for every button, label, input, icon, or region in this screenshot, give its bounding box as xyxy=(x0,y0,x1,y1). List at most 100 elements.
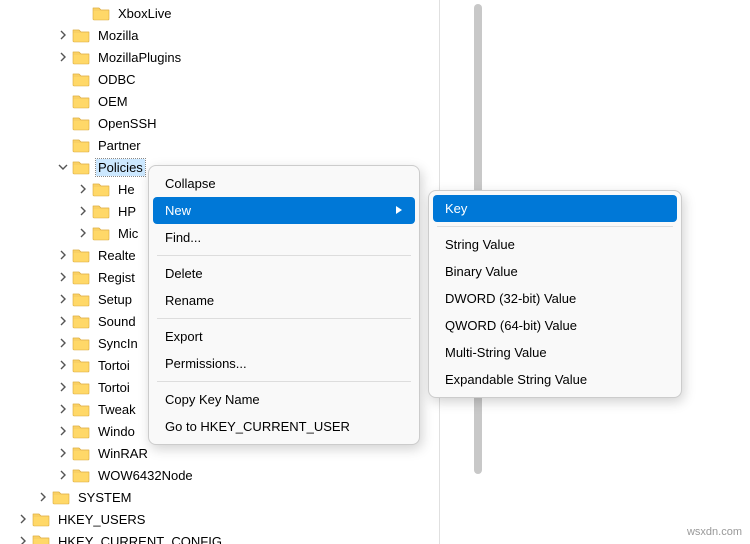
chevron-right-icon[interactable] xyxy=(16,512,30,526)
tree-item-label: Policies xyxy=(96,159,145,176)
menu-separator xyxy=(157,318,411,319)
tree-item-label: WinRAR xyxy=(96,445,150,462)
tree-item[interactable]: ODBC xyxy=(0,68,439,90)
chevron-right-icon[interactable] xyxy=(56,50,70,64)
folder-icon xyxy=(72,158,90,176)
folder-icon xyxy=(72,378,90,396)
menu-find[interactable]: Find... xyxy=(149,224,419,251)
chevron-right-icon[interactable] xyxy=(56,28,70,42)
folder-icon xyxy=(72,334,90,352)
folder-icon xyxy=(92,180,110,198)
tree-item[interactable]: HKEY_CURRENT_CONFIG xyxy=(0,530,439,544)
tree-item[interactable]: OEM xyxy=(0,90,439,112)
chevron-placeholder xyxy=(56,116,70,130)
tree-item-label: Tortoi xyxy=(96,379,132,396)
submenu-key[interactable]: Key xyxy=(433,195,677,222)
chevron-right-icon[interactable] xyxy=(56,336,70,350)
folder-icon xyxy=(72,70,90,88)
chevron-right-icon[interactable] xyxy=(16,534,30,544)
menu-rename[interactable]: Rename xyxy=(149,287,419,314)
tree-item[interactable]: Mozilla xyxy=(0,24,439,46)
menu-go-to-hkcu[interactable]: Go to HKEY_CURRENT_USER xyxy=(149,413,419,440)
tree-item[interactable]: WOW6432Node xyxy=(0,464,439,486)
chevron-placeholder xyxy=(76,6,90,20)
submenu-qword-value[interactable]: QWORD (64-bit) Value xyxy=(429,312,681,339)
watermark: wsxdn.com xyxy=(687,526,742,538)
tree-item[interactable]: Partner xyxy=(0,134,439,156)
tree-item-label: WOW6432Node xyxy=(96,467,195,484)
menu-copy-key-name[interactable]: Copy Key Name xyxy=(149,386,419,413)
tree-item-label: Tortoi xyxy=(96,357,132,374)
chevron-right-icon[interactable] xyxy=(56,446,70,460)
chevron-right-icon[interactable] xyxy=(36,490,50,504)
tree-item[interactable]: OpenSSH xyxy=(0,112,439,134)
folder-icon xyxy=(32,532,50,544)
menu-separator xyxy=(157,255,411,256)
context-menu: Collapse New Find... Delete Rename Expor… xyxy=(148,165,420,445)
folder-icon xyxy=(72,268,90,286)
tree-item-label: SYSTEM xyxy=(76,489,133,506)
folder-icon xyxy=(32,510,50,528)
tree-item-label: Mozilla xyxy=(96,27,140,44)
folder-icon xyxy=(72,466,90,484)
tree-item[interactable]: XboxLive xyxy=(0,2,439,24)
chevron-right-icon[interactable] xyxy=(56,248,70,262)
folder-icon xyxy=(72,92,90,110)
chevron-right-icon[interactable] xyxy=(56,468,70,482)
chevron-right-icon[interactable] xyxy=(56,380,70,394)
folder-icon xyxy=(92,4,110,22)
folder-icon xyxy=(72,26,90,44)
chevron-right-icon[interactable] xyxy=(56,424,70,438)
tree-item-label: OpenSSH xyxy=(96,115,159,132)
menu-collapse[interactable]: Collapse xyxy=(149,170,419,197)
chevron-right-icon[interactable] xyxy=(56,402,70,416)
tree-item-label: ODBC xyxy=(96,71,138,88)
chevron-placeholder xyxy=(56,94,70,108)
tree-item-label: Tweak xyxy=(96,401,138,418)
menu-permissions[interactable]: Permissions... xyxy=(149,350,419,377)
tree-item[interactable]: HKEY_USERS xyxy=(0,508,439,530)
tree-item-label: OEM xyxy=(96,93,130,110)
chevron-right-icon[interactable] xyxy=(76,226,90,240)
chevron-right-icon[interactable] xyxy=(56,292,70,306)
tree-item[interactable]: SYSTEM xyxy=(0,486,439,508)
tree-item[interactable]: WinRAR xyxy=(0,442,439,464)
tree-item-label: XboxLive xyxy=(116,5,173,22)
menu-export[interactable]: Export xyxy=(149,323,419,350)
menu-new[interactable]: New xyxy=(153,197,415,224)
chevron-placeholder xyxy=(56,138,70,152)
folder-icon xyxy=(72,246,90,264)
folder-icon xyxy=(72,290,90,308)
folder-icon xyxy=(72,48,90,66)
submenu-string-value[interactable]: String Value xyxy=(429,231,681,258)
tree-item[interactable]: MozillaPlugins xyxy=(0,46,439,68)
folder-icon xyxy=(92,202,110,220)
folder-icon xyxy=(72,312,90,330)
menu-separator xyxy=(437,226,673,227)
folder-icon xyxy=(72,400,90,418)
chevron-right-icon[interactable] xyxy=(76,182,90,196)
chevron-right-icon[interactable] xyxy=(56,358,70,372)
menu-separator xyxy=(157,381,411,382)
chevron-right-icon[interactable] xyxy=(76,204,90,218)
chevron-placeholder xyxy=(56,72,70,86)
folder-icon xyxy=(92,224,110,242)
folder-icon xyxy=(52,488,70,506)
submenu-expandable-string-value[interactable]: Expandable String Value xyxy=(429,366,681,393)
submenu-multi-string-value[interactable]: Multi-String Value xyxy=(429,339,681,366)
tree-item-label: SyncIn xyxy=(96,335,140,352)
chevron-right-icon[interactable] xyxy=(56,270,70,284)
tree-item-label: Sound xyxy=(96,313,138,330)
tree-item-label: He xyxy=(116,181,137,198)
chevron-right-icon[interactable] xyxy=(56,314,70,328)
tree-item-label: Setup xyxy=(96,291,134,308)
folder-icon xyxy=(72,356,90,374)
tree-item-label: Partner xyxy=(96,137,143,154)
chevron-down-icon[interactable] xyxy=(56,160,70,174)
folder-icon xyxy=(72,444,90,462)
submenu-dword-value[interactable]: DWORD (32-bit) Value xyxy=(429,285,681,312)
submenu-binary-value[interactable]: Binary Value xyxy=(429,258,681,285)
folder-icon xyxy=(72,114,90,132)
tree-item-label: HP xyxy=(116,203,138,220)
menu-delete[interactable]: Delete xyxy=(149,260,419,287)
